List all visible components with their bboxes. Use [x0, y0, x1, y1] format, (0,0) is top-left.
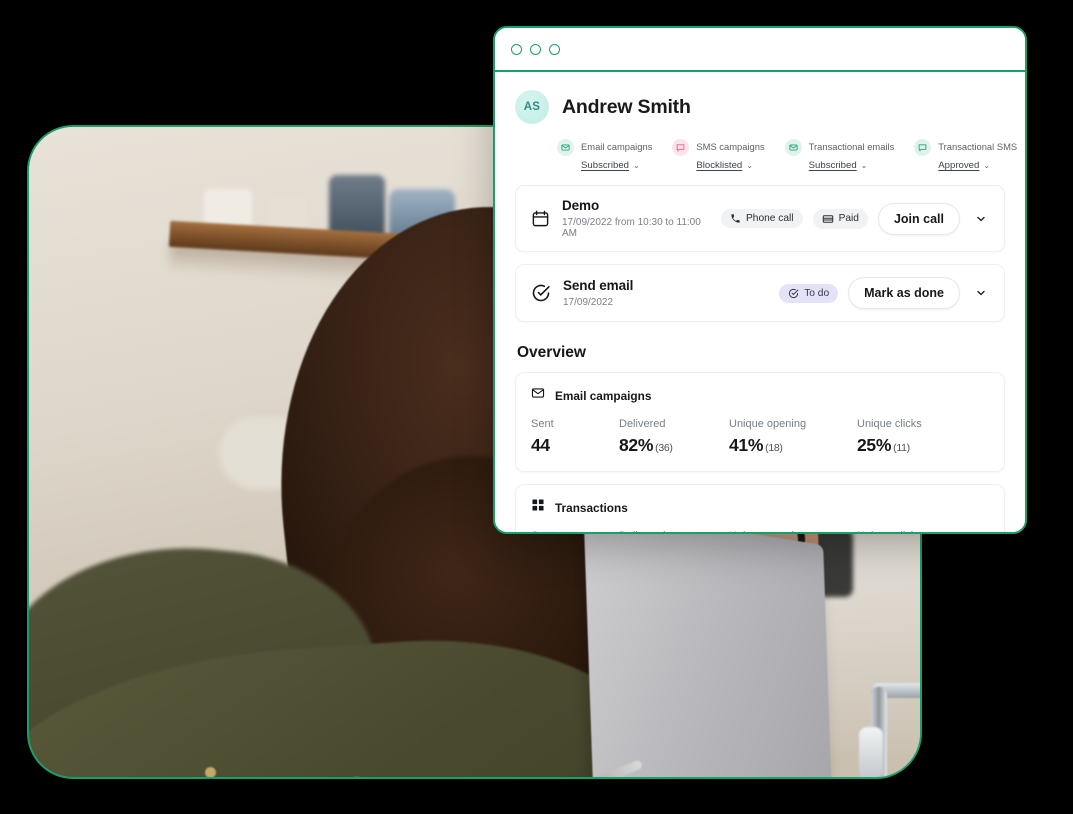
consent-transactional-emails: Transactional emails Subscribed ⌄: [784, 137, 911, 173]
calendar-icon: [531, 209, 550, 228]
metric-label: Sent: [531, 418, 554, 430]
consent-status-dropdown[interactable]: Approved ⌄: [938, 160, 990, 171]
avatar: AS: [515, 90, 549, 124]
stat-card-title: Transactions: [555, 500, 628, 515]
metric-label: Unique opening: [729, 530, 857, 532]
chevron-down-icon[interactable]: [970, 287, 992, 299]
metric-value: 82% (36): [619, 435, 673, 455]
browser-window: AS Andrew Smith Email campaigns Subscrib…: [493, 26, 1027, 534]
mark-as-done-button[interactable]: Mark as done: [848, 277, 960, 309]
stat-card-transactions: Transactions Sent Delivered Unique openi…: [515, 484, 1005, 532]
card-icon: [822, 214, 833, 223]
metric-label: Delivered: [619, 530, 729, 532]
envelope-icon: [784, 139, 802, 156]
metric-label: Unique opening: [729, 418, 807, 430]
consent-channel-label: Transactional emails: [808, 141, 895, 152]
badge-label: To do: [804, 287, 830, 299]
status-badge: To do: [779, 283, 839, 303]
task-subtitle: 17/09/2022 from 10:30 to 11:00 AM: [562, 217, 701, 239]
stat-card-title: Email campaigns: [555, 388, 652, 403]
consent-channel-label: SMS campaigns: [696, 141, 765, 152]
task-title: Send email: [563, 278, 634, 293]
join-call-button[interactable]: Join call: [877, 202, 960, 235]
chevron-down-icon: ⌄: [983, 161, 991, 170]
metric-label: Unique clicks: [857, 418, 922, 430]
consent-status-dropdown[interactable]: Blocklisted ⌄: [696, 160, 753, 171]
check-circle-icon: [789, 288, 799, 298]
grid-squares-icon: [531, 498, 545, 517]
consent-status-dropdown[interactable]: Subscribed ⌄: [581, 160, 640, 171]
badge-label: Phone call: [746, 213, 794, 224]
badge-phone-call: Phone call: [721, 209, 803, 228]
task-row-send-email[interactable]: Send email 17/09/2022 To do Mark as done: [515, 264, 1005, 322]
contact-detail-panel: AS Andrew Smith Email campaigns Subscrib…: [495, 72, 1025, 532]
screenshot-stage: AS Andrew Smith Email campaigns Subscrib…: [0, 0, 1073, 814]
badge-paid: Paid: [812, 208, 868, 229]
message-bubble-icon: [914, 139, 932, 156]
metric-value: 25% (11): [857, 435, 910, 455]
task-row-demo[interactable]: Demo 17/09/2022 from 10:30 to 11:00 AM P…: [515, 185, 1005, 252]
consent-channel-label: Email campaigns: [581, 141, 653, 152]
consent-channel-label: Transactional SMS: [938, 141, 1018, 152]
consent-email-campaigns: Email campaigns Subscribed ⌄: [557, 137, 668, 173]
consent-status-dropdown[interactable]: Subscribed ⌄: [809, 160, 868, 171]
chevron-down-icon: ⌄: [860, 161, 868, 170]
close-dot[interactable]: [549, 43, 560, 55]
consent-transactional-sms: Transactional SMS Approved ⌄: [914, 137, 1025, 173]
check-circle-icon: [531, 283, 551, 303]
task-subtitle: 17/09/2022: [563, 297, 614, 308]
task-title: Demo: [562, 198, 600, 213]
metric-label: Sent: [531, 530, 619, 532]
minimize-dot[interactable]: [511, 43, 522, 55]
chevron-down-icon[interactable]: [970, 213, 992, 225]
stat-card-email-campaigns: Email campaigns Sent Delivered Unique op…: [515, 372, 1005, 472]
metric-value: 41% (18): [729, 435, 783, 455]
metric-label: Delivered: [619, 418, 666, 430]
overview-heading: Overview: [517, 344, 586, 361]
phone-call-icon: [731, 214, 740, 223]
consent-sms-campaigns: SMS campaigns Blocklisted ⌄: [672, 137, 780, 173]
badge-label: Paid: [838, 213, 859, 224]
envelope-icon: [531, 386, 545, 405]
window-titlebar: [495, 28, 1025, 72]
message-bubble-icon: [672, 139, 690, 156]
chevron-down-icon: ⌄: [633, 161, 640, 170]
metric-value: 44: [531, 435, 550, 455]
envelope-icon: [557, 139, 574, 156]
page-title: Andrew Smith: [562, 95, 691, 118]
chevron-down-icon: ⌄: [746, 161, 753, 170]
contact-header: AS Andrew Smith: [515, 90, 1005, 124]
metric-label: Unique clicks: [857, 530, 989, 532]
subscription-status-row: Email campaigns Subscribed ⌄ SMS campaign…: [557, 137, 1017, 173]
maximize-dot[interactable]: [530, 43, 541, 55]
